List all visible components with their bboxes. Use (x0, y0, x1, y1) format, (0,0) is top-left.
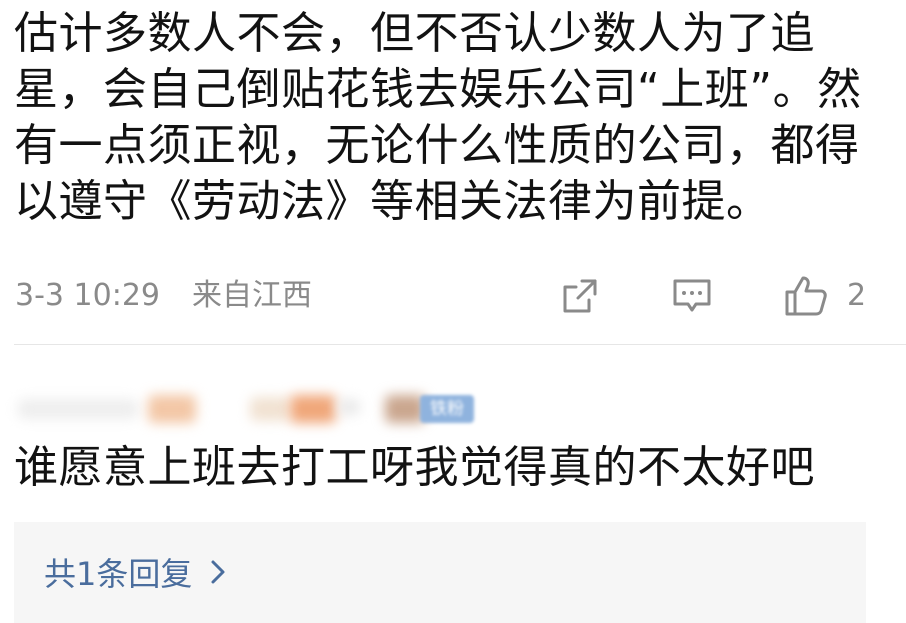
comment-location: 来自江西 (192, 278, 312, 313)
comment-text: 估计多数人不会，但不否认少数人为了追星，会自己倒贴花钱去娱乐公司“上班”。然有一… (14, 8, 862, 227)
fan-badge: 铁粉 (420, 395, 474, 423)
comment-timestamp: 3-3 10:29 (15, 278, 160, 313)
redacted-avatar-fragment (148, 395, 196, 423)
redacted-fragment (338, 399, 360, 415)
redacted-fragment (290, 395, 336, 423)
reply-comment-text: 谁愿意上班去打工呀我觉得真的不太好吧 (14, 442, 815, 493)
redacted-fragment (385, 395, 425, 423)
share-icon (560, 276, 600, 316)
divider (14, 344, 906, 345)
thumbs-up-icon (783, 274, 829, 318)
comment-icon (670, 276, 714, 316)
like-button[interactable]: 2 (783, 274, 866, 318)
share-button[interactable] (560, 274, 600, 318)
reply-thread-box: 共1条回复 (14, 522, 866, 623)
comment-user-row: 铁粉 (0, 385, 906, 435)
comment-meta-row: 3-3 10:29 来自江西 2 (0, 270, 906, 320)
view-replies-label: 共1条回复 (44, 555, 193, 593)
chevron-right-icon (210, 554, 226, 594)
comment-item: 估计多数人不会，但不否认少数人为了追星，会自己倒贴花钱去娱乐公司“上班”。然有一… (0, 0, 906, 345)
view-replies-link[interactable]: 共1条回复 (44, 554, 226, 594)
comment-button[interactable] (670, 274, 714, 318)
like-count: 2 (847, 278, 867, 313)
redacted-username (18, 399, 138, 419)
redacted-fragment (250, 397, 290, 421)
